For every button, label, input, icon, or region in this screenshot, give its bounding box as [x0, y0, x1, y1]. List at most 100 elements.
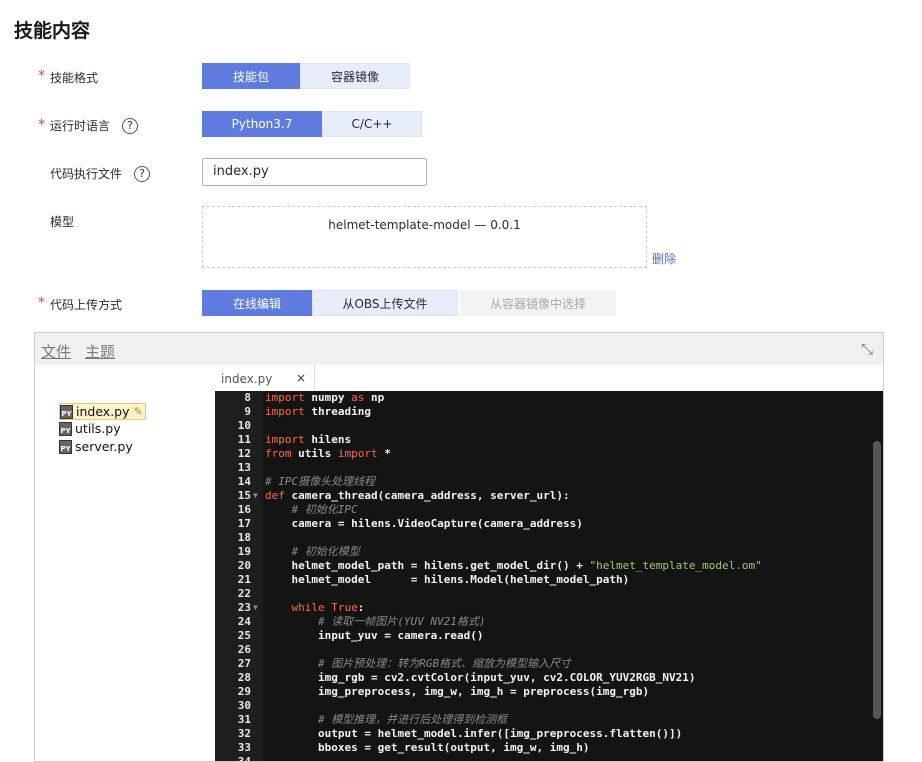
code-line: 20 helmet_model_path = hilens.get_model_… — [215, 559, 883, 573]
code-text: helmet_model_path = hilens.get_model_dir… — [265, 559, 762, 572]
line-number: 11 — [237, 433, 251, 446]
delete-model-link[interactable]: 删除 — [652, 250, 676, 267]
line-number: 31 — [237, 713, 251, 726]
line-number: 19 — [237, 545, 251, 558]
code-line: 30 — [215, 699, 883, 713]
runtime-lang-selector: Python3.7 C/C++ — [202, 111, 422, 137]
code-line: 12 from utils import * — [215, 447, 883, 461]
expand-icon[interactable]: ⤡ — [861, 340, 873, 358]
python-file-icon: PY — [59, 421, 72, 436]
code-line: 23 ▼ while True: — [215, 601, 883, 615]
line-number: 9 — [244, 405, 251, 418]
skill-package-button[interactable]: 技能包 — [202, 63, 300, 89]
line-number: 22 — [237, 587, 251, 600]
code-line: 31 # 模型推理，并进行后处理得到检测框 — [215, 713, 883, 727]
file-item-server[interactable]: PY server.py — [59, 439, 133, 454]
code-line: 27 # 图片预处理：转为RGB格式、缩放为模型输入尺寸 — [215, 657, 883, 671]
code-editor: 文件 主题 ⤡ PY index.py ✎ PY utils.py PY ser… — [34, 332, 884, 762]
cpp-button[interactable]: C/C++ — [322, 111, 422, 137]
code-text: import numpy as np — [265, 391, 385, 404]
code-line: 14 # IPC摄像头处理线程 — [215, 475, 883, 489]
exec-file-input[interactable]: index.py — [202, 158, 427, 186]
line-number: 8 — [244, 391, 251, 404]
model-value: helmet-template-model — 0.0.1 — [328, 218, 521, 232]
line-number: 25 — [237, 629, 251, 642]
editor-tabs: index.py × — [215, 365, 883, 391]
fold-icon[interactable]: ▼ — [253, 601, 258, 615]
model-selection-box[interactable]: helmet-template-model — 0.0.1 — [202, 206, 647, 268]
menu-file[interactable]: 文件 — [41, 341, 71, 362]
code-line: 9 import threading — [215, 405, 883, 419]
code-line: 11 import hilens — [215, 433, 883, 447]
vertical-scrollbar[interactable] — [873, 441, 881, 719]
file-item-index[interactable]: PY index.py ✎ — [59, 403, 146, 420]
line-number: 23 — [237, 601, 251, 614]
help-icon[interactable]: ? — [134, 165, 151, 182]
code-line: 10 — [215, 419, 883, 433]
required-mark: * — [38, 68, 45, 84]
code-text: # 模型推理，并进行后处理得到检测框 — [317, 713, 508, 726]
code-line: 26 — [215, 643, 883, 657]
file-name: utils.py — [75, 421, 121, 436]
code-line: 21 helmet_model = hilens.Model(helmet_mo… — [215, 573, 883, 587]
exec-file-label: 代码执行文件 — [50, 167, 123, 181]
tab-label: index.py — [221, 372, 273, 386]
editor-menubar: 文件 主题 ⤡ — [35, 333, 883, 366]
line-number: 24 — [237, 615, 251, 628]
line-number: 32 — [237, 727, 251, 740]
code-line: 19 # 初始化模型 — [215, 545, 883, 559]
line-number: 33 — [237, 741, 251, 754]
python-file-icon: PY — [60, 404, 73, 419]
python-button[interactable]: Python3.7 — [202, 111, 322, 137]
container-select-button: 从容器镜像中选择 — [460, 290, 616, 316]
code-line: 16 # 初始化IPC — [215, 503, 883, 517]
required-mark: * — [38, 295, 45, 311]
line-number: 14 — [237, 475, 251, 488]
code-line: 25 input_yuv = camera.read() — [215, 629, 883, 643]
file-name: server.py — [75, 439, 133, 454]
obs-upload-button[interactable]: 从OBS上传文件 — [312, 290, 458, 316]
code-text: import hilens — [265, 433, 352, 446]
file-tree: PY index.py ✎ PY utils.py PY server.py — [35, 365, 215, 761]
edit-icon: ✎ — [133, 405, 143, 418]
line-number: 34 — [215, 755, 251, 761]
code-line: 17 camera = hilens.VideoCapture(camera_a… — [215, 517, 883, 531]
code-area[interactable]: 8 import numpy as np 9 import threading 10 11… — [215, 391, 883, 761]
help-icon[interactable]: ? — [122, 117, 139, 134]
line-number: 16 — [237, 503, 251, 516]
code-text: helmet_model = hilens.Model(helmet_model… — [265, 573, 630, 586]
skill-format-label: 技能格式 — [50, 71, 99, 85]
line-number: 12 — [237, 447, 251, 460]
file-item-utils[interactable]: PY utils.py — [59, 421, 121, 436]
line-number: 18 — [237, 531, 251, 544]
line-number: 15 — [237, 489, 251, 502]
file-name: index.py — [76, 404, 130, 419]
required-mark: * — [38, 117, 45, 133]
code-line: 28 img_rgb = cv2.cvtColor(input_yuv, cv2… — [215, 671, 883, 685]
upload-method-label: 代码上传方式 — [50, 298, 123, 312]
code-line: 29 img_preprocess, img_w, img_h = prepro… — [215, 685, 883, 699]
code-line: 22 — [215, 587, 883, 601]
menu-theme[interactable]: 主题 — [85, 341, 115, 362]
tab-index[interactable]: index.py × — [215, 365, 315, 391]
fold-icon[interactable]: ▼ — [253, 489, 258, 503]
close-icon[interactable]: × — [296, 364, 306, 392]
container-image-button[interactable]: 容器镜像 — [300, 63, 410, 89]
code-text: while True: — [291, 601, 365, 614]
model-label: 模型 — [50, 215, 75, 229]
code-line: 34 — [215, 755, 883, 761]
code-line: 8 import numpy as np — [215, 391, 883, 405]
code-line: 24 # 读取一帧图片(YUV NV21格式) — [215, 615, 883, 629]
line-number: 13 — [237, 461, 251, 474]
code-text: # 图片预处理：转为RGB格式、缩放为模型输入尺寸 — [317, 657, 572, 670]
online-edit-button[interactable]: 在线编辑 — [202, 290, 312, 316]
code-text: img_preprocess, img_w, img_h = preproces… — [265, 685, 650, 698]
code-text: input_yuv = camera.read() — [265, 629, 484, 642]
code-line: 33 bboxes = get_result(output, img_w, im… — [215, 741, 883, 755]
line-number: 17 — [237, 517, 251, 530]
code-text: # 读取一帧图片(YUV NV21格式) — [317, 615, 486, 628]
code-text: # 初始化IPC — [291, 503, 358, 516]
runtime-lang-label-row: 运行时语言 ? — [50, 117, 139, 134]
skill-format-selector: 技能包 容器镜像 — [202, 63, 410, 89]
code-line: 13 — [215, 461, 883, 475]
